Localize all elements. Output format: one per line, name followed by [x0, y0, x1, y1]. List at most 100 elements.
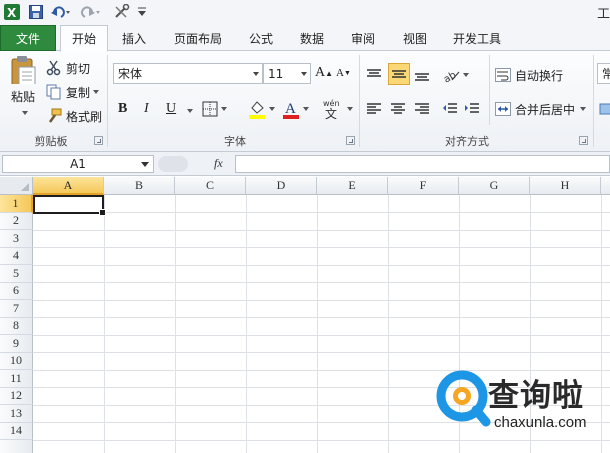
column-header-c[interactable]: C [175, 177, 246, 195]
name-box-dropdown-icon[interactable] [141, 162, 149, 167]
row-header-14[interactable]: 14 [0, 422, 33, 440]
borders-button[interactable] [202, 99, 230, 119]
tab-formulas[interactable]: 公式 [238, 25, 284, 51]
align-top-icon[interactable] [366, 65, 386, 85]
row-header-8[interactable]: 8 [0, 317, 33, 335]
align-center-icon[interactable] [390, 99, 410, 119]
customize-dropdown-icon[interactable] [135, 2, 149, 22]
tab-home[interactable]: 开始 [60, 25, 108, 52]
row-header-12[interactable]: 12 [0, 387, 33, 405]
watermark-brand: 查询啦 [488, 378, 584, 414]
svg-text:X: X [7, 6, 17, 20]
font-size-combo[interactable]: 11 [263, 63, 311, 84]
row-header-7[interactable]: 7 [0, 300, 33, 318]
clipboard-launcher-icon[interactable] [94, 136, 103, 145]
column-header-h[interactable]: H [530, 177, 601, 195]
italic-button[interactable]: I [144, 101, 149, 117]
copy-button[interactable]: 复制 [46, 83, 100, 101]
fill-color-dropdown-icon[interactable] [269, 107, 275, 111]
tab-file[interactable]: 文件 [0, 25, 56, 51]
customize-tool-icon[interactable] [111, 2, 133, 22]
undo-icon[interactable] [49, 2, 73, 22]
fill-color-button[interactable] [248, 97, 276, 121]
grid-line [317, 195, 318, 453]
format-painter-button[interactable]: 格式刷 [46, 107, 102, 125]
decrease-indent-icon[interactable] [442, 99, 462, 119]
paste-label: 粘贴 [10, 90, 35, 104]
increase-font-size-icon[interactable]: A ▲ [315, 65, 333, 81]
column-header-a[interactable]: A [33, 177, 104, 195]
phonetic-guide-button[interactable]: wén 文 [322, 97, 354, 121]
paste-button[interactable]: 粘贴 [6, 55, 40, 115]
number-format-combo[interactable]: 常 [597, 63, 610, 84]
font-size-dropdown-icon[interactable] [301, 72, 307, 76]
row-header-4[interactable]: 4 [0, 247, 33, 265]
tab-data[interactable]: 数据 [289, 25, 335, 51]
formula-bar-resize-handle[interactable] [158, 156, 188, 172]
tab-page-layout[interactable]: 页面布局 [164, 25, 232, 51]
orientation-dropdown-icon[interactable] [463, 73, 469, 77]
group-divider [489, 55, 490, 125]
tab-review[interactable]: 审阅 [340, 25, 386, 51]
grid-line [33, 264, 610, 266]
column-header-partial[interactable] [601, 177, 610, 195]
grid-line [33, 334, 610, 336]
wrap-text-button[interactable]: 自动换行 [495, 65, 563, 85]
paste-dropdown-icon[interactable] [21, 111, 28, 115]
increase-indent-icon[interactable] [464, 99, 484, 119]
column-header-b[interactable]: B [104, 177, 175, 195]
active-cell-a1[interactable] [33, 195, 106, 216]
merge-center-icon [495, 102, 511, 116]
column-header-d[interactable]: D [246, 177, 317, 195]
insert-function-icon[interactable]: fx [214, 156, 223, 171]
select-all-button[interactable] [0, 177, 33, 195]
row-header-1[interactable]: 1 [0, 195, 33, 213]
row-header-13[interactable]: 13 [0, 405, 33, 423]
row-header-6[interactable]: 6 [0, 282, 33, 300]
excel-logo-icon[interactable]: X [2, 2, 22, 22]
cut-button[interactable]: 剪切 [46, 59, 90, 77]
row-header-10[interactable]: 10 [0, 352, 33, 370]
row-header-9[interactable]: 9 [0, 335, 33, 353]
borders-dropdown-icon[interactable] [221, 107, 227, 111]
align-left-icon[interactable] [366, 99, 386, 119]
row-header-partial[interactable] [0, 440, 33, 453]
column-header-e[interactable]: E [317, 177, 388, 195]
column-header-f[interactable]: F [388, 177, 459, 195]
font-color-button[interactable]: A [282, 97, 310, 121]
accounting-format-icon[interactable] [599, 99, 610, 119]
font-color-dropdown-icon[interactable] [303, 107, 309, 111]
align-middle-button[interactable] [388, 63, 410, 85]
underline-dropdown-icon[interactable] [187, 109, 193, 113]
cut-label: 剪切 [66, 61, 91, 76]
alignment-launcher-icon[interactable] [579, 136, 588, 145]
column-header-g[interactable]: G [459, 177, 530, 195]
row-header-11[interactable]: 11 [0, 370, 33, 388]
decrease-font-size-icon[interactable]: A ▼ [336, 67, 351, 79]
underline-button[interactable]: U [166, 101, 176, 117]
save-icon[interactable] [27, 2, 45, 22]
merge-center-dropdown-icon[interactable] [580, 107, 587, 111]
group-divider [359, 55, 360, 147]
bold-button[interactable]: B [118, 101, 127, 117]
font-size-value: 11 [268, 66, 284, 81]
align-bottom-icon[interactable] [414, 65, 434, 85]
tab-insert[interactable]: 插入 [110, 25, 158, 51]
name-box[interactable]: A1 [2, 155, 154, 173]
orientation-button[interactable]: ab [442, 65, 470, 85]
font-name-dropdown-icon[interactable] [253, 72, 259, 76]
font-name-combo[interactable]: 宋体 [113, 63, 263, 84]
font-launcher-icon[interactable] [346, 136, 355, 145]
row-header-3[interactable]: 3 [0, 230, 33, 248]
merge-center-button[interactable]: 合并后居中 [495, 99, 587, 119]
formula-input[interactable] [235, 155, 610, 173]
align-right-icon[interactable] [414, 99, 434, 119]
row-header-2[interactable]: 2 [0, 212, 33, 230]
tab-developer[interactable]: 开发工具 [444, 25, 510, 51]
copy-dropdown-icon[interactable] [93, 90, 100, 94]
phonetic-guide-dropdown-icon[interactable] [347, 107, 353, 111]
row-header-5[interactable]: 5 [0, 265, 33, 283]
tab-view[interactable]: 视图 [392, 25, 438, 51]
redo-icon[interactable] [79, 2, 103, 22]
watermark-url: chaxunla.com [494, 414, 587, 431]
